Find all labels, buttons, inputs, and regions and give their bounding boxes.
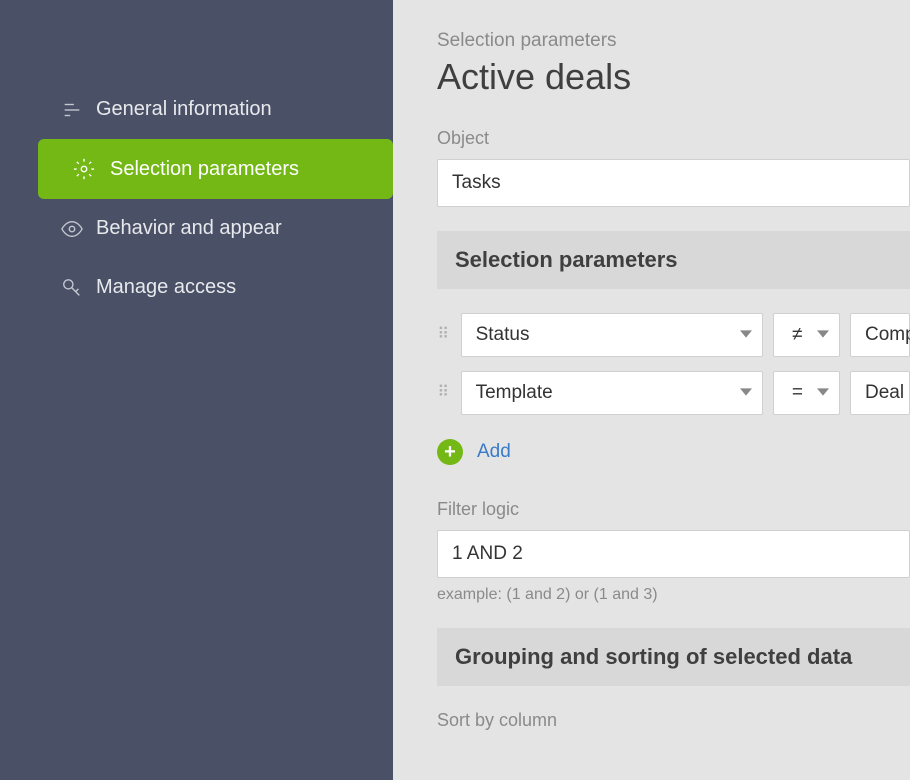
filter-logic-example: example: (1 and 2) or (1 and 3) <box>437 586 910 604</box>
add-filter-button[interactable]: + Add <box>437 439 910 465</box>
filter-operator-select[interactable]: ≠ <box>773 313 840 357</box>
object-input[interactable]: Tasks <box>437 159 910 207</box>
section-header-selection: Selection parameters <box>437 231 910 289</box>
drag-handle-icon[interactable]: ⠿ <box>437 331 451 339</box>
drag-handle-icon[interactable]: ⠿ <box>437 389 451 397</box>
page-title: Active deals <box>437 56 910 98</box>
filter-field-value: Template <box>476 382 553 404</box>
filter-field-select[interactable]: Status <box>461 313 763 357</box>
add-label: Add <box>477 441 511 463</box>
gear-icon <box>72 157 96 181</box>
object-label: Object <box>437 128 910 149</box>
filter-operator-select[interactable]: = <box>773 371 840 415</box>
eye-icon <box>60 217 84 241</box>
sidebar-item-selection-parameters[interactable]: Selection parameters <box>38 139 393 199</box>
filter-operator-value: = <box>792 382 803 404</box>
filter-value-select[interactable]: Comp <box>850 313 910 357</box>
caret-down-icon <box>817 382 829 404</box>
sidebar-item-general-info[interactable]: General information <box>24 80 369 139</box>
filter-row: ⠿ Template = Deal <box>437 371 910 415</box>
main-content: Selection parameters Active deals Object… <box>393 0 910 780</box>
key-icon <box>60 276 84 300</box>
sidebar-item-label: Manage access <box>96 276 236 299</box>
list-icon <box>60 98 84 122</box>
filter-logic-label: Filter logic <box>437 499 910 520</box>
plus-icon: + <box>437 439 463 465</box>
filter-logic-input[interactable]: 1 AND 2 <box>437 530 910 578</box>
filter-value-text: Deal <box>865 382 904 404</box>
sidebar-item-label: General information <box>96 98 272 121</box>
sidebar-item-behavior-appear[interactable]: Behavior and appear <box>24 199 369 258</box>
caret-down-icon <box>740 324 752 346</box>
caret-down-icon <box>817 324 829 346</box>
filter-value-select[interactable]: Deal <box>850 371 910 415</box>
filter-operator-value: ≠ <box>792 324 802 346</box>
section-header-grouping: Grouping and sorting of selected data <box>437 628 910 686</box>
filter-value-text: Comp <box>865 324 910 346</box>
caret-down-icon <box>740 382 752 404</box>
filter-field-value: Status <box>476 324 530 346</box>
sidebar-item-label: Selection parameters <box>110 158 299 181</box>
sidebar-item-manage-access[interactable]: Manage access <box>24 258 369 317</box>
sidebar: General information Selection parameters… <box>0 0 393 780</box>
filter-field-select[interactable]: Template <box>461 371 763 415</box>
sidebar-item-label: Behavior and appear <box>96 217 282 240</box>
breadcrumb: Selection parameters <box>437 30 910 52</box>
filter-row: ⠿ Status ≠ Comp <box>437 313 910 357</box>
sort-by-label: Sort by column <box>437 710 910 731</box>
